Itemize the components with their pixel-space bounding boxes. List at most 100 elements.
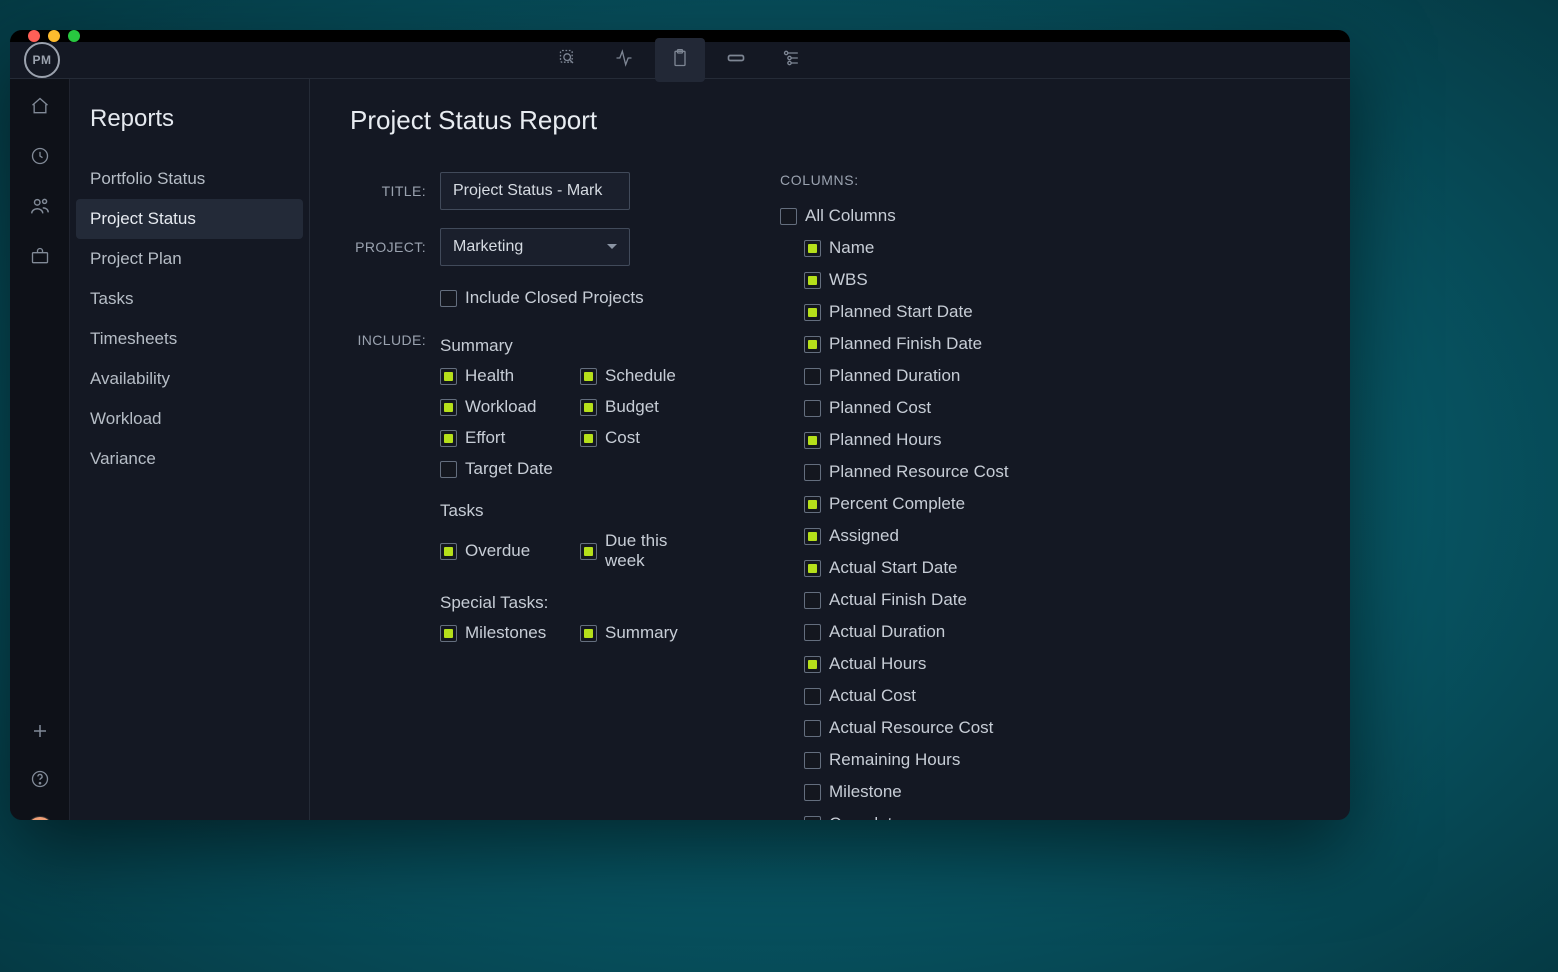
project-select-value: Marketing: [453, 238, 523, 256]
include-summary-label-budget: Budget: [605, 397, 659, 417]
column-label-planned-finish-date: Planned Finish Date: [829, 334, 982, 354]
app-window: PM: [10, 30, 1350, 820]
column-checkbox-remaining-hours[interactable]: [804, 752, 821, 769]
search-icon: [558, 48, 578, 73]
column-checkbox-actual-start-date[interactable]: [804, 560, 821, 577]
column-checkbox-milestone[interactable]: [804, 784, 821, 801]
column-checkbox-planned-duration[interactable]: [804, 368, 821, 385]
sidebar-item-project-plan[interactable]: Project Plan: [70, 239, 309, 279]
column-checkbox-actual-cost[interactable]: [804, 688, 821, 705]
column-label-percent-complete: Percent Complete: [829, 494, 965, 514]
clipboard-icon: [670, 48, 690, 73]
all-columns-label: All Columns: [805, 206, 896, 226]
sidebar-item-availability[interactable]: Availability: [70, 359, 309, 399]
include-summary-checkbox-cost[interactable]: [580, 430, 597, 447]
include-summary-label-workload: Workload: [465, 397, 537, 417]
column-checkbox-percent-complete[interactable]: [804, 496, 821, 513]
column-checkbox-planned-cost[interactable]: [804, 400, 821, 417]
app-logo[interactable]: PM: [24, 42, 60, 78]
include-summary-label-cost: Cost: [605, 428, 640, 448]
main-content: Project Status Report TITLE: PROJECT: Ma…: [310, 79, 1350, 820]
include-summary-label-effort: Effort: [465, 428, 505, 448]
top-tab-reports[interactable]: [655, 38, 705, 82]
column-label-wbs: WBS: [829, 270, 868, 290]
title-input[interactable]: [440, 172, 630, 210]
include-special-label-summary: Summary: [605, 623, 678, 643]
include-summary-checkbox-budget[interactable]: [580, 399, 597, 416]
include-special-checkbox-milestones[interactable]: [440, 625, 457, 642]
column-checkbox-actual-hours[interactable]: [804, 656, 821, 673]
column-label-name: Name: [829, 238, 874, 258]
nav-add[interactable]: [29, 720, 51, 742]
column-label-planned-start-date: Planned Start Date: [829, 302, 973, 322]
column-checkbox-planned-start-date[interactable]: [804, 304, 821, 321]
nav-recent[interactable]: [29, 145, 51, 167]
project-label: PROJECT:: [350, 239, 440, 255]
activity-icon: [614, 48, 634, 73]
window-zoom-icon[interactable]: [68, 30, 80, 42]
window-minimize-icon[interactable]: [48, 30, 60, 42]
column-label-actual-hours: Actual Hours: [829, 654, 926, 674]
column-label-complete: Complete: [829, 814, 902, 820]
nav-help[interactable]: [29, 768, 51, 790]
column-label-planned-resource-cost: Planned Resource Cost: [829, 462, 1009, 482]
include-tasks-checkbox-due-this-week[interactable]: [580, 543, 597, 560]
column-checkbox-assigned[interactable]: [804, 528, 821, 545]
card-icon: [725, 48, 747, 73]
include-summary-header: Summary: [440, 336, 710, 356]
user-avatar[interactable]: [26, 816, 54, 820]
nav-people[interactable]: [29, 195, 51, 217]
project-select[interactable]: Marketing: [440, 228, 630, 266]
column-label-planned-hours: Planned Hours: [829, 430, 941, 450]
top-tabs: [543, 38, 817, 82]
include-summary-checkbox-schedule[interactable]: [580, 368, 597, 385]
column-checkbox-name[interactable]: [804, 240, 821, 257]
include-closed-checkbox[interactable]: [440, 290, 457, 307]
top-tab-search[interactable]: [543, 38, 593, 82]
column-checkbox-complete[interactable]: [804, 816, 821, 821]
include-special-header: Special Tasks:: [440, 593, 710, 613]
all-columns-checkbox[interactable]: [780, 208, 797, 225]
include-summary-checkbox-target-date[interactable]: [440, 461, 457, 478]
page-title: Project Status Report: [350, 105, 1320, 136]
nav-briefcase[interactable]: [29, 245, 51, 267]
include-closed-label: Include Closed Projects: [465, 288, 644, 308]
column-label-assigned: Assigned: [829, 526, 899, 546]
sidebar-item-project-status[interactable]: Project Status: [76, 199, 303, 239]
column-label-actual-finish-date: Actual Finish Date: [829, 590, 967, 610]
top-bar: PM: [10, 42, 1350, 79]
column-checkbox-planned-resource-cost[interactable]: [804, 464, 821, 481]
top-tab-board[interactable]: [711, 38, 761, 82]
include-summary-label-target-date: Target Date: [465, 459, 553, 479]
sidebar-item-workload[interactable]: Workload: [70, 399, 309, 439]
include-special-label-milestones: Milestones: [465, 623, 546, 643]
column-checkbox-actual-finish-date[interactable]: [804, 592, 821, 609]
column-label-planned-cost: Planned Cost: [829, 398, 931, 418]
include-tasks-label-overdue: Overdue: [465, 541, 530, 561]
sidebar-item-variance[interactable]: Variance: [70, 439, 309, 479]
include-special-checkbox-summary[interactable]: [580, 625, 597, 642]
include-tasks-checkbox-overdue[interactable]: [440, 543, 457, 560]
sidebar-items: Portfolio StatusProject StatusProject Pl…: [70, 159, 309, 479]
include-summary-checkbox-workload[interactable]: [440, 399, 457, 416]
column-label-actual-cost: Actual Cost: [829, 686, 916, 706]
include-summary-checkbox-effort[interactable]: [440, 430, 457, 447]
column-label-actual-start-date: Actual Start Date: [829, 558, 958, 578]
column-checkbox-actual-resource-cost[interactable]: [804, 720, 821, 737]
sidebar-item-timesheets[interactable]: Timesheets: [70, 319, 309, 359]
reports-sidebar: Reports Portfolio StatusProject StatusPr…: [70, 79, 310, 820]
sidebar-item-portfolio-status[interactable]: Portfolio Status: [70, 159, 309, 199]
column-checkbox-actual-duration[interactable]: [804, 624, 821, 641]
window-close-icon[interactable]: [28, 30, 40, 42]
nav-home[interactable]: [29, 95, 51, 117]
top-tab-activity[interactable]: [599, 38, 649, 82]
top-tab-structure[interactable]: [767, 38, 817, 82]
column-label-planned-duration: Planned Duration: [829, 366, 960, 386]
column-checkbox-planned-finish-date[interactable]: [804, 336, 821, 353]
column-label-milestone: Milestone: [829, 782, 902, 802]
include-summary-checkbox-health[interactable]: [440, 368, 457, 385]
column-label-remaining-hours: Remaining Hours: [829, 750, 960, 770]
column-checkbox-wbs[interactable]: [804, 272, 821, 289]
column-checkbox-planned-hours[interactable]: [804, 432, 821, 449]
sidebar-item-tasks[interactable]: Tasks: [70, 279, 309, 319]
